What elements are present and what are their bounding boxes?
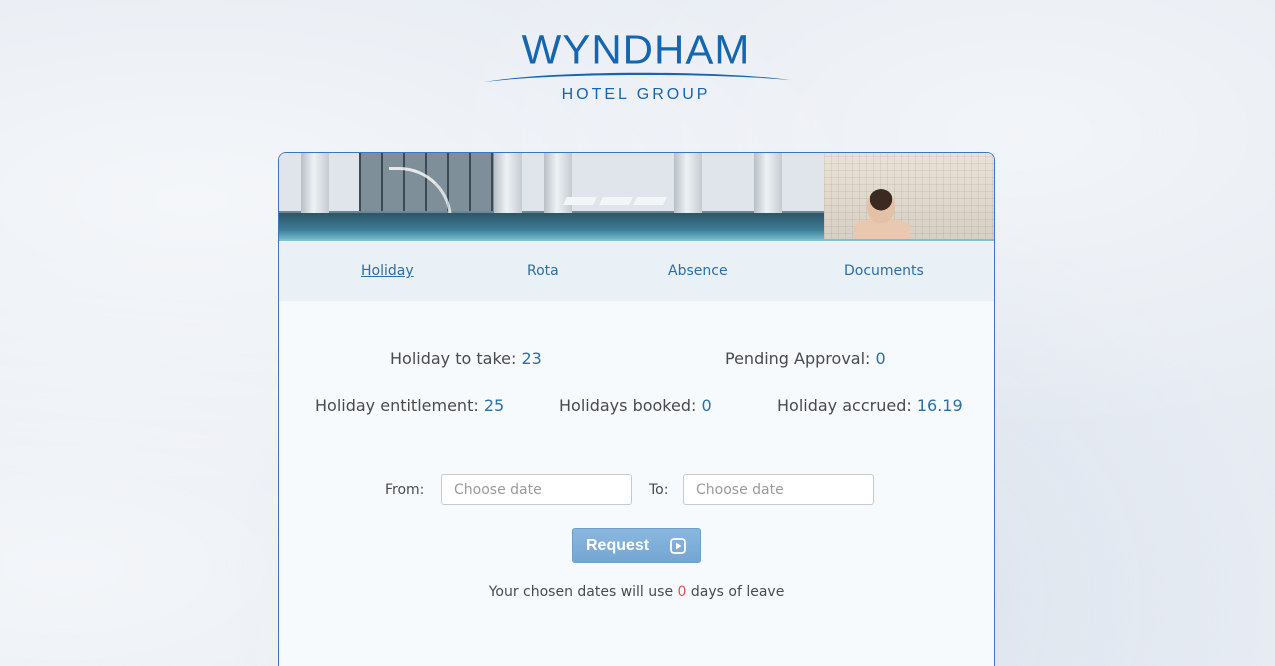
stat-pending-approval: Pending Approval: 0 bbox=[725, 349, 886, 368]
summary-suffix: days of leave bbox=[690, 584, 785, 600]
play-square-icon bbox=[670, 538, 686, 554]
stat-holiday-accrued: Holiday accrued: 16.19 bbox=[777, 396, 963, 415]
stat-holidays-booked: Holidays booked: 0 bbox=[559, 396, 712, 415]
stat-value: 25 bbox=[483, 396, 505, 415]
to-label: To: bbox=[649, 482, 669, 498]
from-date-input[interactable] bbox=[441, 474, 632, 505]
summary-prefix: Your chosen dates will use bbox=[488, 584, 674, 600]
stat-holiday-entitlement: Holiday entitlement: 25 bbox=[315, 396, 504, 415]
leave-summary: Your chosen dates will use 0 days of lea… bbox=[279, 584, 994, 600]
stat-label: Holidays booked: bbox=[559, 396, 697, 415]
request-button-label: Request bbox=[586, 537, 650, 554]
stat-holiday-to-take: Holiday to take: 23 bbox=[390, 349, 542, 368]
nav-tab-documents[interactable]: Documents bbox=[844, 263, 924, 279]
logo-subtitle: HOTEL GROUP bbox=[561, 86, 711, 103]
logo-swoosh bbox=[484, 72, 790, 82]
from-label: From: bbox=[385, 482, 425, 498]
summary-days: 0 bbox=[677, 584, 687, 600]
stat-value: 0 bbox=[875, 349, 886, 368]
holiday-panel: Holiday Rota Absence Documents Holiday t… bbox=[278, 152, 995, 666]
stat-value: 0 bbox=[701, 396, 712, 415]
nav-tab-rota[interactable]: Rota bbox=[527, 263, 559, 279]
stat-label: Holiday accrued: bbox=[777, 396, 912, 415]
nav-tab-holiday[interactable]: Holiday bbox=[361, 263, 414, 279]
stat-value: 16.19 bbox=[916, 396, 963, 415]
wyndham-logo: WYNDHAM HOTEL GROUP bbox=[480, 28, 792, 108]
stat-label: Pending Approval: bbox=[725, 349, 871, 368]
banner-image bbox=[279, 153, 994, 241]
to-date-input[interactable] bbox=[683, 474, 874, 505]
nav-tab-absence[interactable]: Absence bbox=[668, 263, 728, 279]
stat-value: 23 bbox=[521, 349, 542, 368]
logo-wordmark: WYNDHAM bbox=[521, 26, 751, 73]
request-button[interactable]: Request bbox=[572, 528, 701, 563]
stat-label: Holiday to take: bbox=[390, 349, 517, 368]
stat-label: Holiday entitlement: bbox=[315, 396, 479, 415]
holiday-nav: Holiday Rota Absence Documents bbox=[279, 242, 994, 301]
